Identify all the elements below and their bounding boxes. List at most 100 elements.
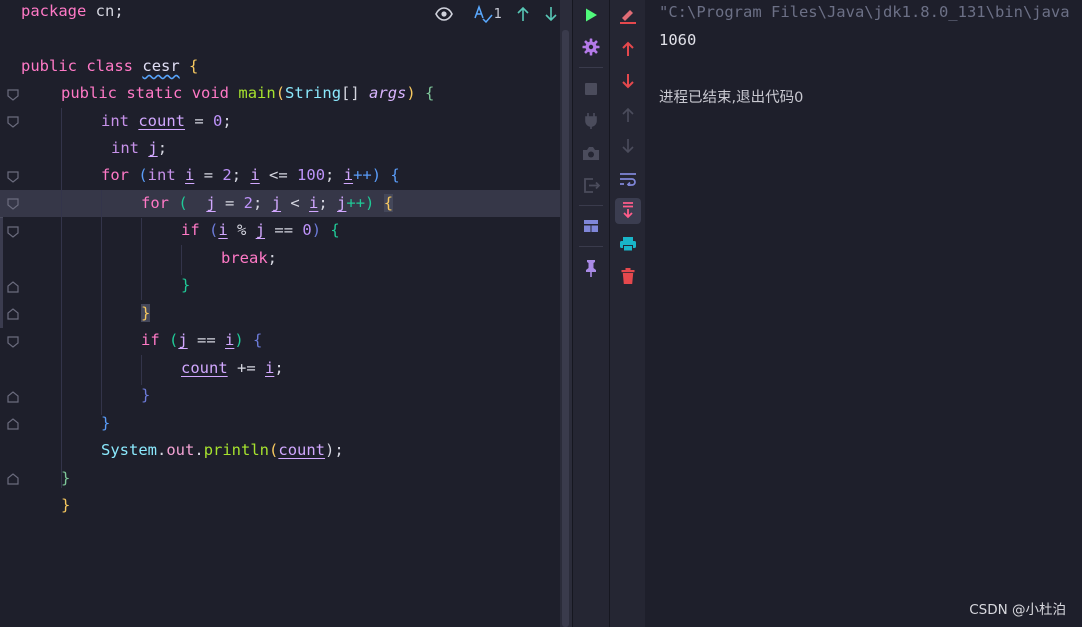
code-token: ;	[222, 112, 232, 130]
method-name[interactable]: println	[204, 441, 269, 459]
code-token: ++)	[353, 166, 391, 184]
variable[interactable]: i	[265, 359, 274, 377]
editor-scrollbar[interactable]	[560, 0, 572, 627]
layout-icon[interactable]	[580, 215, 602, 237]
inspection-widget[interactable]: 1	[473, 5, 502, 23]
arrow-up-icon[interactable]	[617, 38, 639, 60]
brace: }	[61, 469, 71, 487]
type-name[interactable]: System	[101, 441, 157, 459]
variable[interactable]: count	[181, 359, 228, 377]
previous-highlight-arrow-up-icon[interactable]	[516, 6, 530, 22]
class-name[interactable]: cesr	[142, 57, 179, 75]
code-token: )	[234, 331, 254, 349]
code-token: public	[21, 57, 77, 75]
fold-icon[interactable]	[7, 226, 19, 238]
run-console[interactable]: "C:\Program Files\Java\jdk1.8.0_131\bin\…	[645, 0, 1082, 627]
code-line[interactable]: System.out.println(count);	[101, 437, 344, 464]
plug-icon[interactable]	[580, 110, 602, 132]
soft-wrap-icon[interactable]	[617, 168, 639, 190]
code-token: for	[101, 166, 129, 184]
code-line[interactable]: for (int i = 2; i <= 100; i++) {	[101, 162, 400, 189]
code-line[interactable]: }	[61, 465, 70, 492]
variable[interactable]: j	[337, 194, 346, 212]
code-line[interactable]: public static void main(String[] args) {	[61, 80, 434, 107]
fold-end-icon[interactable]	[7, 281, 19, 293]
fold-end-icon[interactable]	[7, 418, 19, 430]
scroll-to-end-icon[interactable]	[614, 198, 641, 224]
next-highlight-arrow-down-icon[interactable]	[544, 6, 558, 22]
method-name[interactable]: main	[238, 84, 275, 102]
code-line[interactable]: for ( j = 2; j < i; j++) {	[141, 190, 394, 217]
variable[interactable]: i	[225, 331, 234, 349]
code-line[interactable]: if (j == i) {	[141, 327, 262, 354]
code-token: static	[126, 84, 183, 102]
code-token: ;	[253, 194, 272, 212]
code-line[interactable]: count += i;	[181, 355, 284, 382]
clear-icon[interactable]	[617, 5, 639, 27]
editor-inline-toolbar: 1	[434, 3, 558, 25]
run-icon[interactable]	[580, 4, 602, 26]
code-token: int	[111, 139, 139, 157]
code-line[interactable]: int j;	[111, 135, 167, 162]
fold-icon[interactable]	[7, 198, 19, 210]
console-exit-message: 进程已结束,退出代码0	[659, 90, 804, 106]
code-line[interactable]: package cn;	[21, 0, 124, 25]
arrow-down-icon[interactable]	[617, 70, 639, 92]
fold-end-icon[interactable]	[7, 473, 19, 485]
code-token: void	[191, 84, 230, 102]
next-occurrence-arrow-down-icon[interactable]	[617, 135, 639, 157]
variable[interactable]: j	[272, 194, 281, 212]
code-token: ==	[265, 221, 303, 239]
code-line[interactable]: }	[61, 492, 70, 519]
parameter[interactable]: args	[369, 84, 406, 102]
fold-icon[interactable]	[7, 171, 19, 183]
pin-icon[interactable]	[580, 257, 602, 279]
code-line[interactable]: if (i % j == 0) {	[181, 217, 340, 244]
code-editor[interactable]: package cn; public class cesr { public s…	[0, 0, 572, 627]
variable[interactable]: j	[206, 194, 215, 212]
variable[interactable]: count	[138, 112, 185, 130]
code-line[interactable]: }	[141, 300, 151, 327]
code-line[interactable]: public class cesr {	[21, 53, 198, 80]
previous-occurrence-arrow-up-icon[interactable]	[617, 104, 639, 126]
variable[interactable]: i	[309, 194, 318, 212]
fold-end-icon[interactable]	[7, 391, 19, 403]
print-icon[interactable]	[617, 233, 639, 255]
camera-icon[interactable]	[580, 142, 602, 164]
exit-icon[interactable]	[580, 174, 602, 196]
variable[interactable]: i	[218, 221, 227, 239]
watermark: CSDN @小杜泊	[969, 602, 1066, 618]
variable[interactable]: j	[178, 331, 187, 349]
type-name[interactable]: String	[285, 84, 341, 102]
code-line[interactable]: }	[101, 410, 110, 437]
variable[interactable]: i	[344, 166, 353, 184]
code-token: .	[157, 441, 167, 459]
scrollbar-thumb[interactable]	[562, 30, 569, 627]
fold-icon[interactable]	[7, 336, 19, 348]
code-line[interactable]: int count = 0;	[101, 108, 232, 135]
gear-icon[interactable]	[580, 36, 602, 58]
code-line[interactable]: }	[141, 382, 150, 409]
variable[interactable]: j	[148, 139, 157, 157]
fold-icon[interactable]	[7, 89, 19, 101]
reader-mode-eye-icon[interactable]	[434, 7, 453, 21]
code-token: if	[181, 221, 200, 239]
code-token: =	[194, 166, 223, 184]
variable[interactable]: i	[185, 166, 194, 184]
code-line[interactable]: }	[181, 272, 190, 299]
field-name[interactable]: out	[166, 441, 194, 459]
stop-icon[interactable]	[580, 78, 602, 100]
variable[interactable]: i	[250, 166, 259, 184]
code-token: for	[141, 194, 169, 212]
code-line[interactable]: break;	[221, 245, 277, 272]
code-token: []	[341, 84, 370, 102]
variable[interactable]: count	[278, 441, 325, 459]
trash-icon[interactable]	[617, 265, 639, 287]
variable[interactable]: j	[256, 221, 265, 239]
fold-end-icon[interactable]	[7, 308, 19, 320]
fold-icon[interactable]	[7, 116, 19, 128]
